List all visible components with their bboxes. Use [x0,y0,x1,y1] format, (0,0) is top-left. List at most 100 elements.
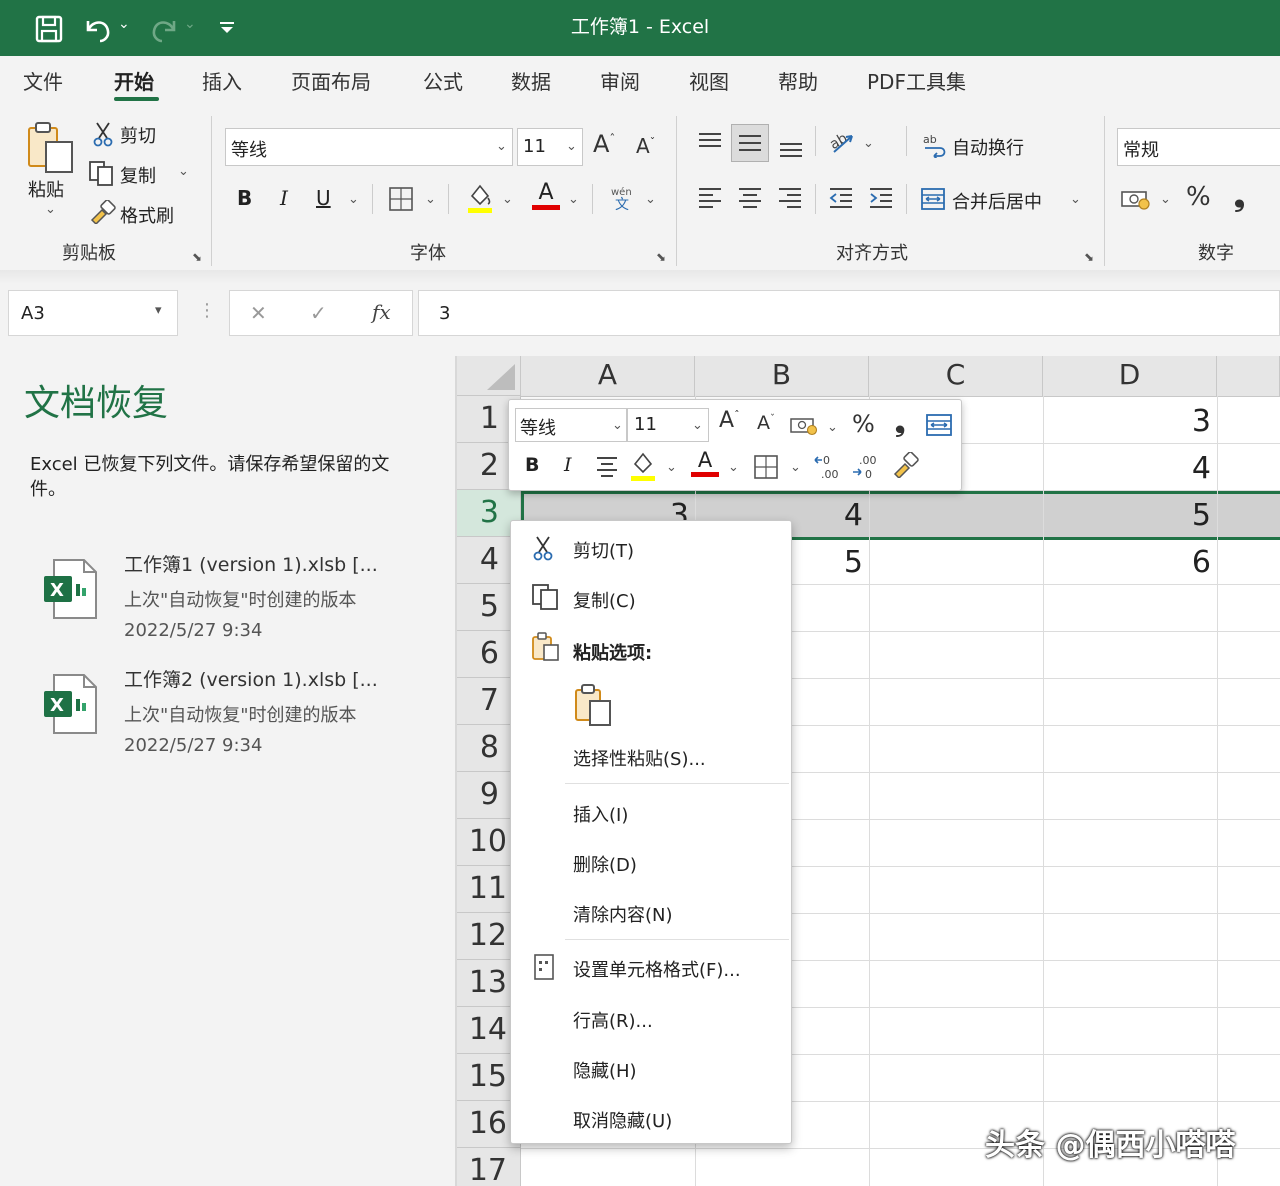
tab-insert[interactable]: 插入 [202,66,242,95]
menu-item-unhide[interactable]: 取消隐藏(U) [573,1107,672,1133]
borders-icon[interactable] [388,186,414,212]
align-left-icon[interactable] [697,186,723,210]
copy-button[interactable]: 复制 [120,162,156,188]
column-header-d[interactable]: D [1043,356,1217,396]
column-header-e[interactable] [1217,356,1280,396]
mini-decrease-font-icon[interactable]: Aˇ [757,412,775,434]
menu-item-clear-contents[interactable]: 清除内容(N) [573,901,673,927]
mini-increase-decimal-icon[interactable]: 0.00 [813,452,843,480]
mini-borders-icon[interactable] [753,454,779,480]
paste-dropdown-icon[interactable]: ⌄ [45,202,56,217]
clipboard-launcher-icon[interactable]: ⬊ [192,250,202,264]
cut-icon[interactable] [92,121,114,147]
tab-pdf-tools[interactable]: PDF工具集 [867,66,966,95]
comma-style-button[interactable]: ❟ [1234,180,1245,214]
decrease-indent-icon[interactable] [828,186,854,210]
column-header-a[interactable]: A [521,356,695,396]
tab-file[interactable]: 文件 [23,66,63,95]
accounting-format-icon[interactable] [1120,186,1152,212]
paste-icon[interactable] [26,120,76,176]
menu-item-format-cells[interactable]: 设置单元格格式(F)... [573,956,741,982]
accounting-dropdown-icon[interactable]: ⌄ [1160,192,1171,207]
name-box-dropdown-icon[interactable]: ▾ [155,303,162,318]
tab-help[interactable]: 帮助 [778,66,818,95]
wrap-text-button[interactable]: 自动换行 [952,134,1024,160]
menu-item-paste-special[interactable]: 选择性粘贴(S)... [573,745,706,771]
align-top-icon[interactable] [697,130,723,154]
align-center-icon[interactable] [737,186,763,210]
recovered-file[interactable]: X 工作簿2 (version 1).xlsb [... 上次"自动恢复"时创建… [30,665,450,775]
merge-center-dropdown-icon[interactable]: ⌄ [1070,192,1081,207]
orientation-dropdown-icon[interactable]: ⌄ [863,136,874,151]
cell-d3[interactable]: 5 [1043,498,1211,533]
alignment-launcher-icon[interactable]: ⬊ [1084,250,1094,264]
mini-font-size-combo[interactable]: 11 ⌄ [627,408,709,442]
mini-font-name-dropdown-icon[interactable]: ⌄ [612,418,623,433]
merge-center-icon[interactable] [920,186,946,212]
format-painter-icon[interactable] [88,200,116,224]
cell-d4[interactable]: 6 [1043,545,1211,580]
mini-borders-dropdown-icon[interactable]: ⌄ [790,460,801,475]
name-box[interactable]: A3 ▾ [8,290,178,336]
row-header[interactable]: 17 [457,1148,521,1186]
increase-font-icon[interactable]: Aˆ [593,130,615,158]
formula-input[interactable]: 3 [418,290,1280,336]
mini-merge-center-icon[interactable] [925,412,953,438]
mini-accounting-dropdown-icon[interactable]: ⌄ [827,420,838,435]
mini-comma-button[interactable]: ❟ [895,408,905,439]
mini-accounting-format-icon[interactable] [789,414,819,438]
fill-color-icon[interactable] [466,182,494,214]
tab-formulas[interactable]: 公式 [423,66,463,95]
underline-button[interactable]: U [316,186,331,210]
mini-fill-color-dropdown-icon[interactable]: ⌄ [666,460,677,475]
decrease-font-icon[interactable]: Aˇ [636,134,655,158]
increase-indent-icon[interactable] [868,186,894,210]
wrap-text-icon[interactable]: ab [922,132,948,158]
column-header-c[interactable]: C [869,356,1043,396]
paste-button[interactable]: 粘贴 [28,176,64,202]
menu-item-delete[interactable]: 删除(D) [573,851,637,877]
mini-bold-button[interactable]: B [525,454,539,476]
recovered-file[interactable]: X 工作簿1 (version 1).xlsb [... 上次"自动恢复"时创建… [30,550,450,660]
mini-font-color-dropdown-icon[interactable]: ⌄ [728,460,739,475]
fill-color-dropdown-icon[interactable]: ⌄ [502,192,513,207]
mini-fill-color-icon[interactable] [629,450,657,482]
font-name-combo[interactable]: 等线 [225,128,513,166]
insert-function-button[interactable]: fx [372,300,391,324]
number-format-combo[interactable]: 常规 [1117,128,1280,166]
phonetic-guide-icon[interactable]: wén 文 [608,184,636,212]
mini-format-painter-icon[interactable] [891,452,919,478]
menu-item-copy[interactable]: 复制(C) [573,587,636,613]
percent-style-button[interactable]: % [1186,182,1211,212]
menu-item-insert[interactable]: 插入(I) [573,801,628,827]
font-color-dropdown-icon[interactable]: ⌄ [568,192,579,207]
align-bottom-icon[interactable] [778,136,804,160]
copy-icon[interactable] [88,160,116,186]
menu-item-row-height[interactable]: 行高(R)... [573,1007,653,1033]
column-header-b[interactable]: B [695,356,869,396]
font-name-dropdown-icon[interactable]: ⌄ [496,139,507,154]
menu-item-cut[interactable]: 剪切(T) [573,537,634,563]
mini-decrease-decimal-icon[interactable]: .00 0 [851,452,881,480]
phonetic-dropdown-icon[interactable]: ⌄ [645,192,656,207]
cancel-button[interactable]: ✕ [250,301,267,325]
mini-font-name-combo[interactable]: 等线 ⌄ [515,408,627,442]
mini-font-color-button[interactable]: A [691,448,719,477]
tab-data[interactable]: 数据 [511,66,551,95]
font-color-button[interactable]: A [532,180,560,210]
formula-bar-resize-handle[interactable]: ⋮ [198,300,216,321]
mini-percent-button[interactable]: % [852,410,875,438]
format-painter-button[interactable]: 格式刷 [120,202,174,228]
font-size-dropdown-icon[interactable]: ⌄ [566,139,577,154]
bold-button[interactable]: B [237,186,252,210]
enter-button[interactable]: ✓ [310,301,327,325]
tab-review[interactable]: 审阅 [600,66,640,95]
orientation-icon[interactable]: ab [828,128,858,156]
borders-dropdown-icon[interactable]: ⌄ [425,192,436,207]
align-right-icon[interactable] [777,186,803,210]
paste-button-icon[interactable] [573,683,613,727]
italic-button[interactable]: I [280,186,288,210]
tab-page-layout[interactable]: 页面布局 [291,66,371,95]
mini-italic-button[interactable]: I [564,454,572,476]
cell-d1[interactable]: 3 [1043,404,1211,439]
